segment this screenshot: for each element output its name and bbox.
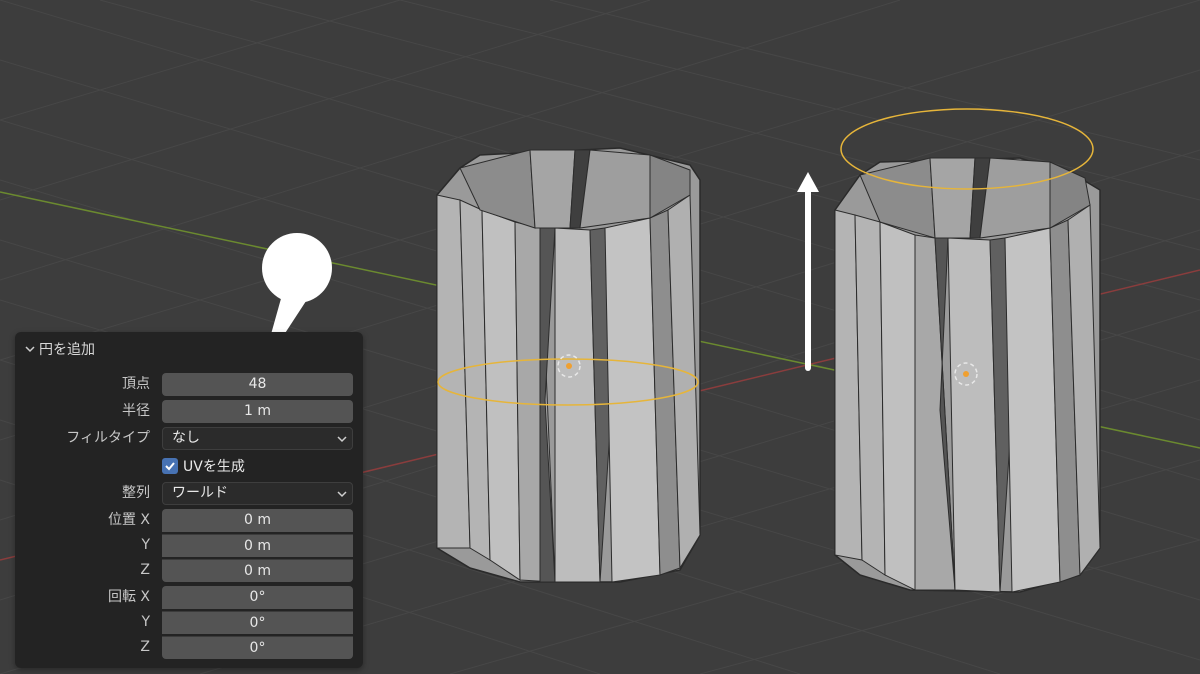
rotation-y-label: Y	[141, 614, 150, 630]
panel-header[interactable]: 円を追加	[23, 338, 95, 360]
location-z-label: Z	[140, 562, 150, 578]
rotation-x-label: 回転 X	[107, 589, 150, 605]
location-x-field[interactable]: 0 m	[162, 509, 353, 532]
fill-type-value: なし	[172, 430, 200, 446]
rotation-z-field[interactable]: 0°	[162, 636, 353, 659]
left-mesh-object	[436, 147, 701, 583]
align-dropdown[interactable]: ワールド	[162, 482, 353, 505]
align-label: 整列	[122, 485, 150, 501]
generate-uv-label: UVを生成	[183, 459, 245, 475]
right-mesh-object	[834, 108, 1101, 593]
location-x-label: 位置 X	[107, 512, 150, 528]
chevron-down-icon	[337, 491, 347, 498]
generate-uv-checkbox[interactable]	[162, 458, 178, 474]
checkmark-icon	[165, 462, 175, 471]
generate-uv-checkbox-row[interactable]: UVを生成	[162, 456, 245, 476]
panel-title: 円を追加	[39, 342, 95, 358]
fill-type-dropdown[interactable]: なし	[162, 427, 353, 450]
align-value: ワールド	[172, 485, 228, 501]
rotation-x-field[interactable]: 0°	[162, 586, 353, 609]
rotation-z-label: Z	[140, 639, 150, 655]
vertices-label: 頂点	[122, 376, 150, 392]
radius-label: 半径	[122, 403, 150, 419]
add-circle-operator-panel: 円を追加 頂点 48 半径 1 m フィルタイプ なし UVを生成 整列 ワール…	[15, 332, 363, 668]
radius-field[interactable]: 1 m	[162, 400, 353, 423]
chevron-down-icon	[337, 436, 347, 443]
vertices-field[interactable]: 48	[162, 373, 353, 396]
rotation-y-field[interactable]: 0°	[162, 611, 353, 634]
location-z-field[interactable]: 0 m	[162, 559, 353, 582]
location-y-field[interactable]: 0 m	[162, 534, 353, 557]
chevron-down-icon	[25, 346, 35, 353]
location-y-label: Y	[141, 537, 150, 553]
fill-type-label: フィルタイプ	[66, 430, 150, 446]
